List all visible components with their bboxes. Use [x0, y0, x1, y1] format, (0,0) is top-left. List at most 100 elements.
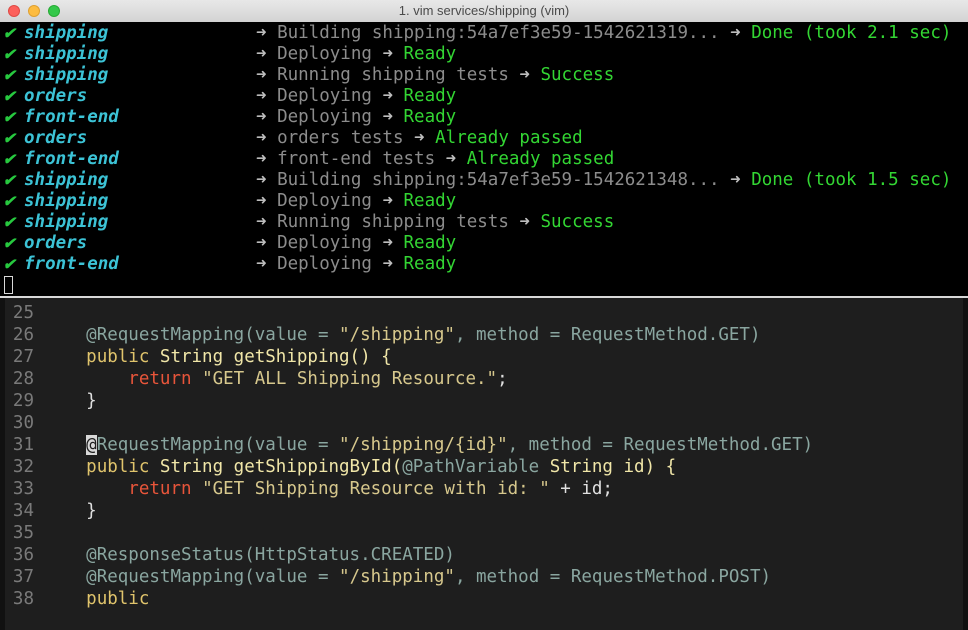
- line-number: 30: [12, 413, 34, 433]
- log-action: Running shipping tests: [277, 65, 509, 85]
- code-token: ;: [497, 369, 508, 389]
- code-token: }: [44, 501, 97, 521]
- check-icon: ✔: [4, 44, 15, 64]
- code-token: , method = RequestMethod.POST): [454, 567, 772, 587]
- arrow-icon: ➜: [719, 23, 752, 43]
- code-token: + id;: [549, 479, 613, 499]
- line-number: 27: [12, 347, 34, 367]
- log-service-name: shipping: [24, 44, 109, 64]
- log-status: Already passed: [466, 149, 615, 169]
- arrow-icon: ➜: [719, 170, 752, 190]
- line-number: 36: [12, 545, 34, 565]
- check-icon: ✔: [4, 170, 15, 190]
- log-action: Building shipping:54a7ef3e59-1542621348.…: [277, 170, 720, 190]
- code-token: public: [86, 457, 150, 477]
- code-token: "GET ALL Shipping Resource.": [202, 369, 498, 389]
- check-icon: ✔: [4, 149, 15, 169]
- code-text: }: [44, 500, 97, 522]
- check-icon: ✔: [4, 212, 15, 232]
- line-number: 33: [12, 479, 34, 499]
- code-token: String getShipping() {: [149, 347, 392, 367]
- arrow-icon: ➜: [256, 170, 278, 190]
- log-service-name: orders: [24, 86, 88, 106]
- log-message: ➜ Deploying ➜ Ready: [256, 233, 456, 254]
- check-icon: ✔: [4, 65, 15, 85]
- log-status: Already passed: [435, 128, 583, 148]
- arrow-icon: ➜: [256, 44, 278, 64]
- log-message: ➜ Deploying ➜ Ready: [256, 44, 456, 65]
- title-bar: 1. vim services/shipping (vim): [0, 0, 968, 23]
- code-text: return "GET ALL Shipping Resource.";: [44, 368, 508, 390]
- line-number: 35: [12, 523, 34, 543]
- arrow-icon: ➜: [256, 107, 278, 127]
- log-action: Deploying: [277, 107, 372, 127]
- check-icon: ✔: [4, 191, 15, 211]
- log-status: Done (took 1.5 sec): [751, 170, 952, 190]
- right-edge-strip: [963, 298, 968, 630]
- arrow-icon: ➜: [256, 86, 278, 106]
- log-service-name: front-end: [24, 149, 119, 169]
- log-action: Deploying: [277, 44, 372, 64]
- code-text: public String getShipping() {: [44, 346, 392, 368]
- log-action: Deploying: [277, 233, 372, 253]
- code-text: @ResponseStatus(HttpStatus.CREATED): [44, 544, 455, 566]
- code-token: public: [86, 347, 150, 367]
- arrow-icon: ➜: [371, 254, 404, 274]
- arrow-icon: ➜: [256, 191, 278, 211]
- log-action: Deploying: [277, 191, 372, 211]
- log-service-name: orders: [24, 128, 88, 148]
- log-service-name: shipping: [24, 191, 109, 211]
- line-number: 32: [12, 457, 34, 477]
- code-token: return: [128, 369, 192, 389]
- log-output-pane[interactable]: ✔ shipping ➜ Building shipping:54a7ef3e59-…: [0, 22, 968, 296]
- check-icon: ✔: [4, 23, 15, 43]
- arrow-icon: ➜: [256, 149, 278, 169]
- arrow-icon: ➜: [256, 128, 278, 148]
- arrow-icon: ➜: [256, 23, 278, 43]
- log-message: ➜ orders tests ➜ Already passed: [256, 128, 583, 149]
- log-status: Ready: [403, 191, 457, 211]
- arrow-icon: ➜: [371, 86, 404, 106]
- line-number: 29: [12, 391, 34, 411]
- code-token: , method = RequestMethod.GET): [454, 325, 761, 345]
- log-service-name: front-end: [24, 107, 119, 127]
- arrow-icon: ➜: [371, 107, 404, 127]
- line-number: 26: [12, 325, 34, 345]
- arrow-icon: ➜: [256, 65, 278, 85]
- code-token: "/shipping/{id}": [339, 435, 508, 455]
- line-number: 25: [12, 303, 34, 323]
- log-service-name: shipping: [24, 212, 109, 232]
- check-icon: ✔: [4, 86, 15, 106]
- editor-cursor: @: [86, 435, 97, 455]
- log-status: Success: [540, 212, 615, 232]
- line-number: 37: [12, 567, 34, 587]
- log-action: front-end tests: [277, 149, 436, 169]
- code-token: String getShippingById(: [149, 457, 403, 477]
- log-service-name: shipping: [24, 170, 109, 190]
- arrow-icon: ➜: [371, 233, 404, 253]
- log-service-name: orders: [24, 233, 88, 253]
- line-number: 31: [12, 435, 34, 455]
- log-message: ➜ Running shipping tests ➜ Success: [256, 65, 614, 86]
- check-icon: ✔: [4, 128, 15, 148]
- log-status: Ready: [403, 86, 457, 106]
- code-text: public String getShippingById(@PathVaria…: [44, 456, 676, 478]
- arrow-icon: ➜: [371, 44, 404, 64]
- log-message: ➜ Deploying ➜ Ready: [256, 107, 456, 128]
- arrow-icon: ➜: [508, 212, 541, 232]
- log-message: ➜ Running shipping tests ➜ Success: [256, 212, 614, 233]
- log-action: Building shipping:54a7ef3e59-1542621319.…: [277, 23, 720, 43]
- log-status: Ready: [403, 233, 457, 253]
- arrow-icon: ➜: [256, 233, 278, 253]
- window-title: 1. vim services/shipping (vim): [398, 3, 570, 18]
- arrow-icon: ➜: [508, 65, 541, 85]
- vim-editor-pane[interactable]: 25 26 @RequestMapping(value = "/shipping"…: [0, 298, 968, 630]
- log-status: Ready: [403, 107, 457, 127]
